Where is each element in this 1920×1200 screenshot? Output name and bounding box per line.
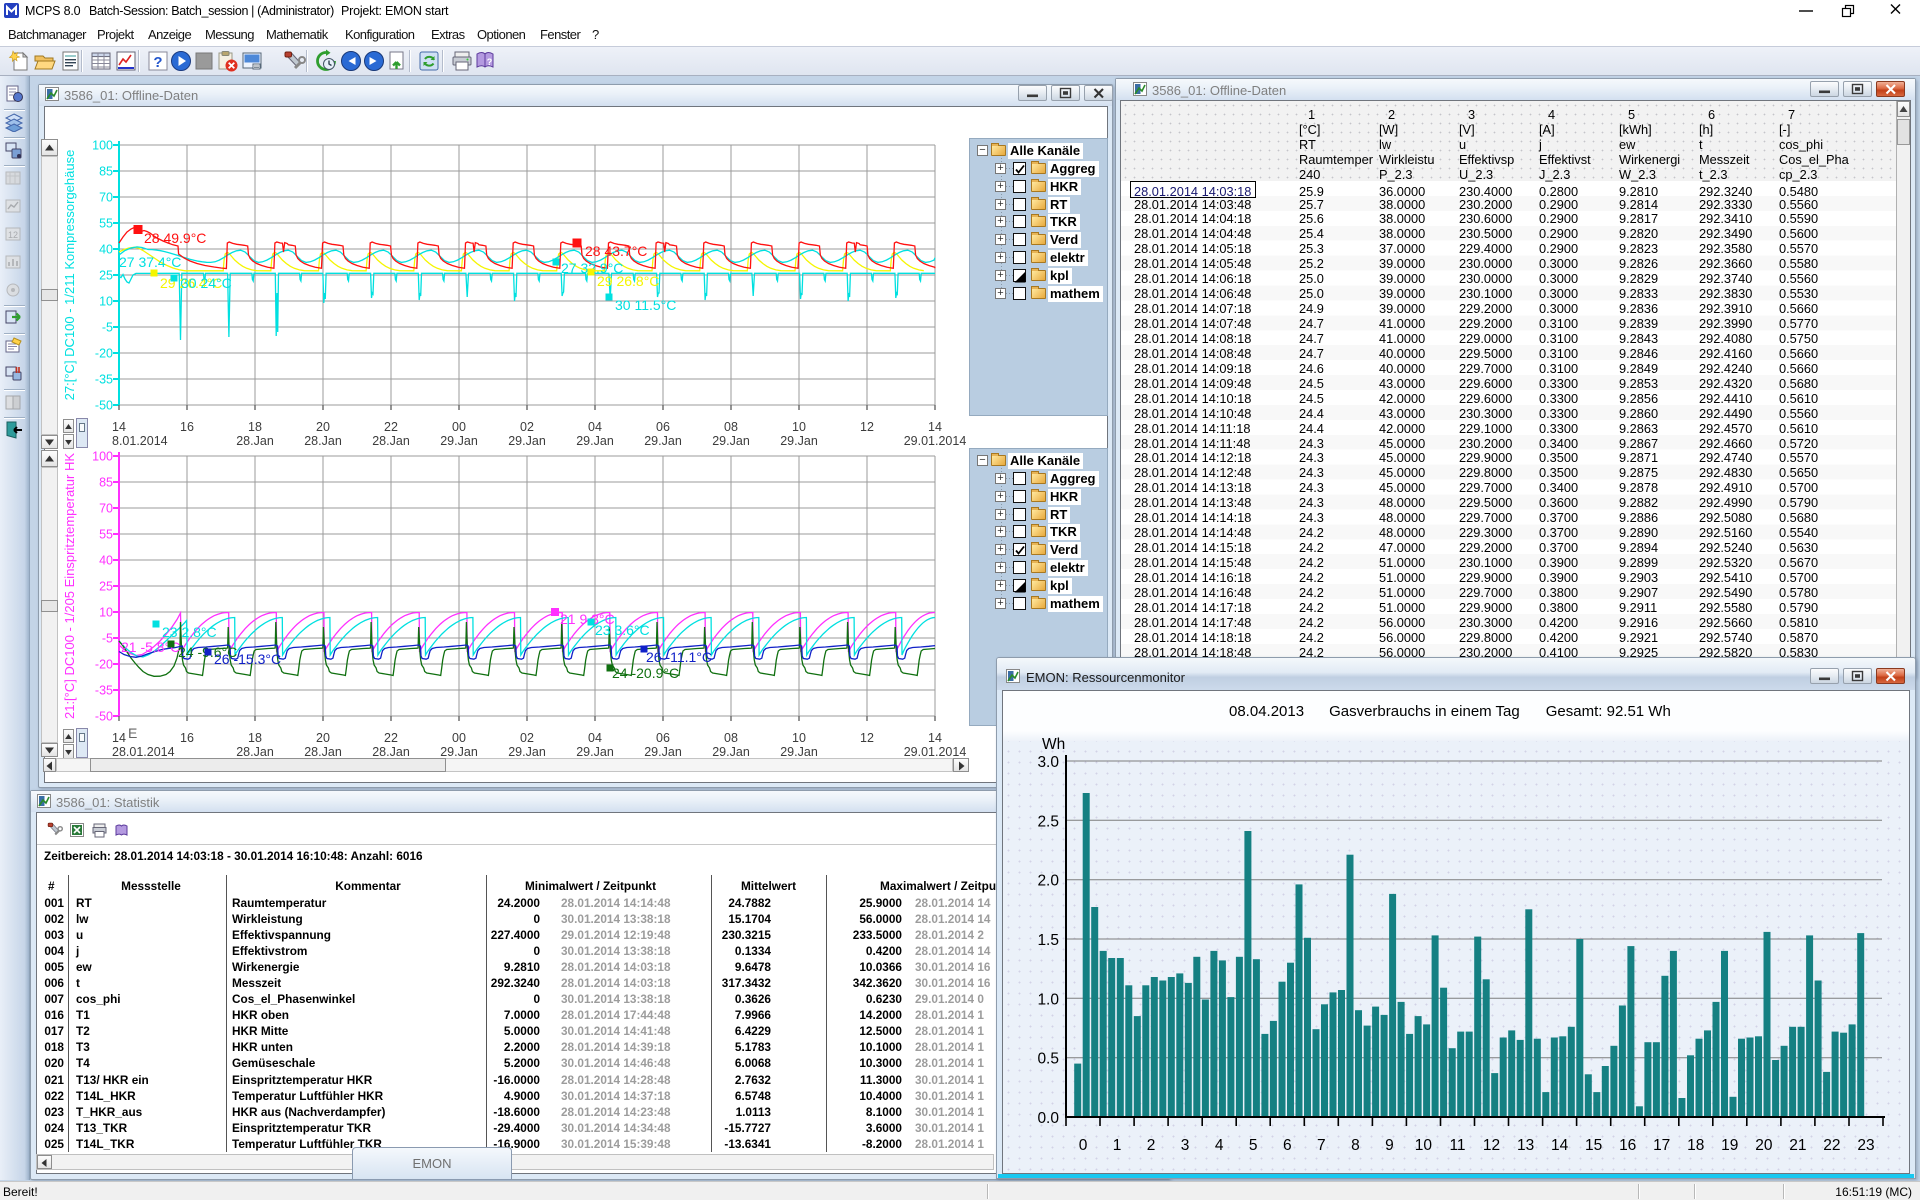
svg-text:0.0: 0.0 — [1037, 1110, 1059, 1127]
svg-text:8: 8 — [1351, 1137, 1360, 1154]
svg-text:3.0: 3.0 — [1037, 754, 1059, 771]
svg-text:12: 12 — [1483, 1137, 1500, 1154]
svg-text:4: 4 — [1215, 1137, 1224, 1154]
svg-text:1.5: 1.5 — [1037, 932, 1059, 949]
svg-text:5: 5 — [1249, 1137, 1258, 1154]
svg-text:11: 11 — [1449, 1137, 1465, 1154]
svg-text:15: 15 — [1585, 1137, 1602, 1154]
svg-text:7: 7 — [1317, 1137, 1326, 1154]
svg-text:10: 10 — [1415, 1137, 1433, 1154]
svg-text:19: 19 — [1721, 1137, 1738, 1154]
svg-text:3: 3 — [1181, 1137, 1190, 1154]
svg-text:9: 9 — [1385, 1137, 1394, 1154]
svg-text:2.5: 2.5 — [1037, 813, 1059, 830]
svg-text:16: 16 — [1619, 1137, 1636, 1154]
svg-text:0.5: 0.5 — [1037, 1051, 1059, 1068]
svg-text:6: 6 — [1283, 1137, 1292, 1154]
svg-text:17: 17 — [1653, 1137, 1670, 1154]
svg-text:21: 21 — [1789, 1137, 1806, 1154]
svg-text:1: 1 — [1113, 1137, 1122, 1154]
svg-text:2: 2 — [1147, 1137, 1156, 1154]
svg-text:1.0: 1.0 — [1037, 991, 1059, 1008]
svg-text:14: 14 — [1551, 1137, 1569, 1154]
svg-text:22: 22 — [1823, 1137, 1840, 1154]
svg-text:2.0: 2.0 — [1037, 873, 1059, 890]
svg-text:18: 18 — [1687, 1137, 1704, 1154]
svg-text:0: 0 — [1079, 1137, 1088, 1154]
svg-text:13: 13 — [1517, 1137, 1534, 1154]
svg-text:Wh: Wh — [1042, 736, 1065, 753]
svg-text:20: 20 — [1755, 1137, 1773, 1154]
svg-text:23: 23 — [1857, 1137, 1874, 1154]
